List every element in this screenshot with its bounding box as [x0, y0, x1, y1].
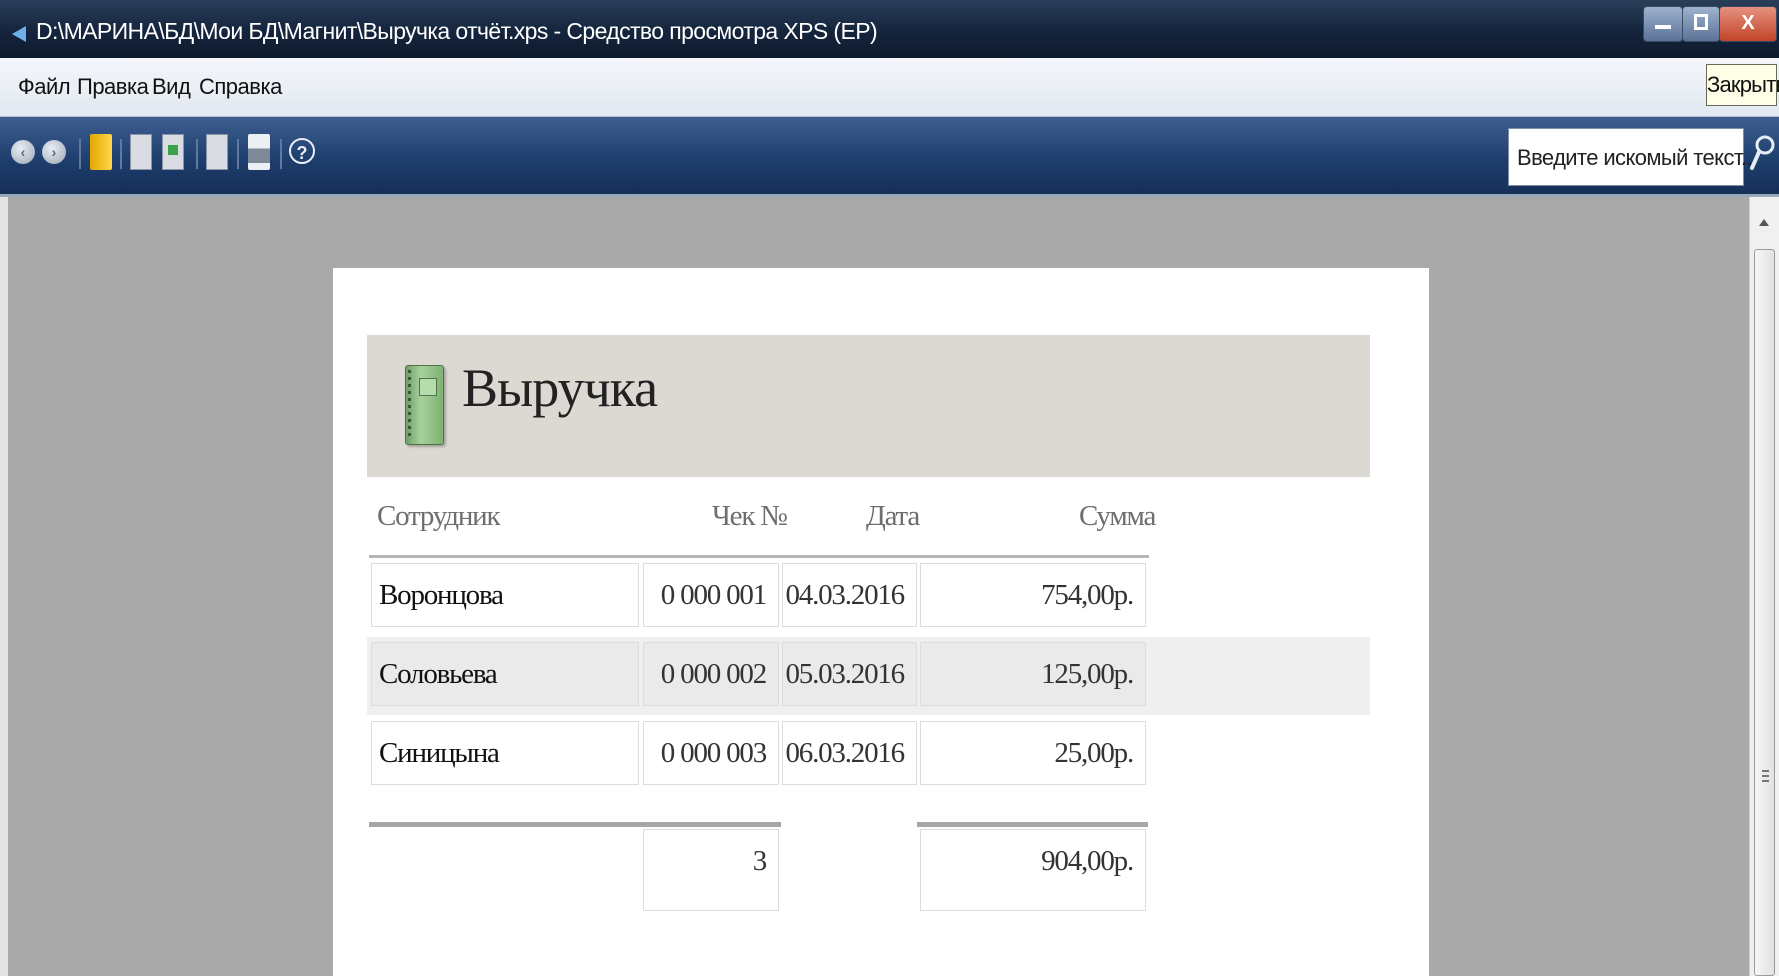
viewer-edge	[0, 197, 8, 976]
notebook-icon	[405, 365, 444, 445]
menu-help[interactable]: Справка	[199, 74, 282, 100]
header-divider	[369, 555, 1149, 558]
table-cell-date: 05.03.2016	[782, 642, 917, 706]
table-cell-check: 0 000 001	[643, 563, 779, 627]
toolbar-separator	[196, 139, 198, 169]
menu-file[interactable]: Файл	[18, 74, 71, 100]
column-header-sum: Сумма	[1079, 500, 1156, 532]
column-header-employee: Сотрудник	[377, 500, 501, 532]
table-cell-employee: Соловьева	[371, 642, 639, 706]
report-title: Выручка	[462, 358, 658, 418]
table-cell-date: 04.03.2016	[782, 563, 917, 627]
title-bar: D:\МАРИНА\БД\Мои БД\Магнит\Выручка отчёт…	[0, 0, 1779, 58]
restore-button[interactable]	[1682, 6, 1720, 42]
toolbar-separator	[237, 139, 239, 169]
minimize-button[interactable]	[1643, 6, 1683, 42]
table-cell-employee: Синицына	[371, 721, 639, 785]
menu-view[interactable]: Вид	[152, 74, 191, 100]
table-cell-date: 06.03.2016	[782, 721, 917, 785]
bookmark-icon[interactable]	[90, 134, 112, 170]
forward-icon[interactable]: ›	[42, 140, 66, 164]
toolbar-separator	[280, 139, 282, 169]
window-title: D:\МАРИНА\БД\Мои БД\Магнит\Выручка отчёт…	[36, 18, 878, 44]
close-button[interactable]: X	[1719, 6, 1777, 42]
total-sum: 904,00р.	[920, 829, 1146, 911]
toolbar-separator	[79, 139, 81, 169]
help-icon[interactable]: ?	[289, 138, 315, 164]
table-cell-employee: Воронцова	[371, 563, 639, 627]
menu-edit[interactable]: Правка	[77, 74, 149, 100]
search-placeholder: Введите искомый текст...	[1517, 145, 1758, 170]
minimize-icon	[1655, 25, 1671, 29]
document-icon[interactable]	[130, 134, 152, 170]
column-header-date: Дата	[866, 500, 920, 532]
menu-bar: Файл Правка Вид Справка	[0, 58, 1779, 117]
page-icon[interactable]	[206, 134, 228, 170]
scroll-thumb[interactable]	[1754, 249, 1775, 976]
table-cell-sum: 25,00р.	[920, 721, 1146, 785]
back-icon[interactable]: ‹	[11, 140, 35, 164]
table-cell-sum: 754,00р.	[920, 563, 1146, 627]
open-window-icon[interactable]	[162, 134, 184, 170]
table-cell-check: 0 000 003	[643, 721, 779, 785]
totals-divider-left	[369, 822, 781, 827]
scroll-up-icon[interactable]	[1759, 219, 1769, 226]
search-input[interactable]: Введите искомый текст...	[1508, 128, 1758, 186]
table-cell-check: 0 000 002	[643, 642, 779, 706]
scroll-grip-icon	[1762, 770, 1769, 782]
print-icon[interactable]	[248, 134, 270, 170]
search-icon[interactable]	[1748, 128, 1776, 184]
close-tooltip: Закрыть	[1706, 64, 1779, 106]
total-count: 3	[643, 829, 779, 911]
vertical-scrollbar[interactable]	[1749, 197, 1779, 976]
table-cell-sum: 125,00р.	[920, 642, 1146, 706]
toolbar-separator	[120, 139, 122, 169]
column-header-check: Чек №	[712, 500, 788, 532]
restore-icon	[1694, 14, 1708, 30]
totals-divider-right	[917, 822, 1148, 827]
xps-viewer-icon	[12, 26, 26, 42]
